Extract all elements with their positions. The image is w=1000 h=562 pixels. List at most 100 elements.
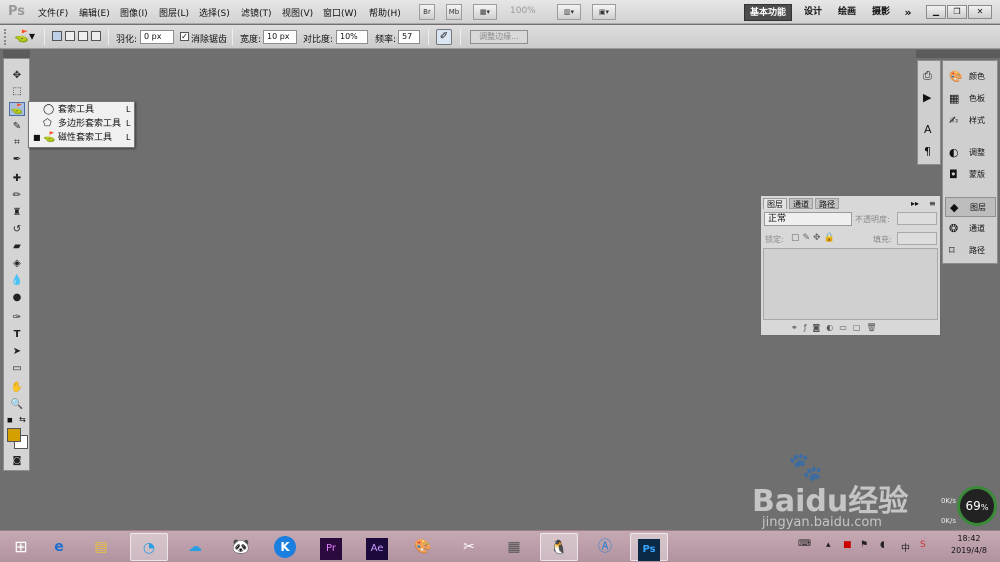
magnetic-lasso-tool-icon[interactable]: ⛳	[9, 102, 25, 116]
eyedropper-tool-icon[interactable]: ✒	[9, 153, 25, 167]
workspace-painting[interactable]: 绘画	[834, 4, 860, 21]
mini-bridge-button[interactable]: Mb	[446, 4, 462, 20]
workspace-design[interactable]: 设计	[800, 4, 826, 21]
character-icon[interactable]: A	[924, 123, 932, 136]
menu-view[interactable]: 视图(V)	[282, 6, 313, 19]
workspace-more-button[interactable]: »	[900, 4, 916, 21]
menu-help[interactable]: 帮助(H)	[369, 6, 401, 19]
new-selection-icon[interactable]	[52, 31, 62, 41]
paint-icon[interactable]: 🎨	[404, 533, 442, 561]
polygonal-lasso-tool-item[interactable]: ⬠ 多边形套索工具 L	[29, 117, 134, 131]
frequency-input[interactable]: 57	[398, 30, 420, 44]
baidu-netdisk-icon[interactable]: ☁	[176, 533, 214, 561]
calculator-icon[interactable]: ▦	[495, 533, 533, 561]
sogou-icon[interactable]: S	[920, 540, 926, 550]
collapse-panel-icon[interactable]: ▸▸	[911, 199, 919, 208]
feather-input[interactable]: 0 px	[140, 30, 174, 44]
crop-tool-icon[interactable]: ⌗	[9, 136, 25, 150]
fill-input[interactable]	[897, 232, 937, 245]
panda-icon[interactable]: 🐼	[222, 533, 260, 561]
magnetic-lasso-tool-item[interactable]: ■ ⛳ 磁性套索工具 L	[29, 131, 134, 145]
history-brush-icon[interactable]: ↺	[9, 223, 25, 237]
marquee-tool-icon[interactable]: ⬚	[9, 85, 25, 99]
refine-edge-button[interactable]: 调整边缘...	[470, 30, 528, 44]
workspace-photography[interactable]: 摄影	[868, 4, 894, 21]
menu-layer[interactable]: 图层(L)	[159, 6, 189, 19]
menu-file[interactable]: 文件(F)	[38, 6, 68, 19]
menu-filter[interactable]: 滤镜(T)	[241, 6, 272, 19]
zoom-tool-icon[interactable]: 🔍	[9, 398, 25, 412]
actions-icon[interactable]: ▶	[923, 91, 931, 104]
flag-icon[interactable]: ⚑	[860, 540, 868, 550]
rectangle-tool-icon[interactable]: ▭	[9, 362, 25, 376]
menu-window[interactable]: 窗口(W)	[323, 6, 357, 19]
keyboard-icon[interactable]: ⌨	[798, 539, 811, 549]
menu-image[interactable]: 图像(I)	[120, 6, 148, 19]
panel-paths[interactable]: ⌑ 路径	[945, 241, 996, 261]
paragraph-icon[interactable]: ¶	[924, 145, 931, 158]
paint-bucket-icon[interactable]: ◈	[9, 257, 25, 271]
tray-app-icon[interactable]: ■	[843, 540, 852, 550]
foreground-color-swatch[interactable]	[7, 428, 21, 442]
panel-adjustments[interactable]: ◐ 调整	[945, 143, 996, 163]
brush-tool-icon[interactable]: ✏	[9, 189, 25, 203]
minimize-icon[interactable]: ▁	[926, 5, 946, 19]
layers-list[interactable]	[763, 248, 938, 320]
healing-brush-icon[interactable]: ✚	[9, 172, 25, 186]
tab-channels[interactable]: 通道	[789, 198, 813, 209]
dodge-tool-icon[interactable]: ●	[9, 291, 25, 305]
default-colors-icon[interactable]: ◼	[7, 416, 13, 424]
eraser-tool-icon[interactable]: ▰	[9, 240, 25, 254]
panel-color[interactable]: 🎨 颜色	[945, 67, 996, 87]
contrast-input[interactable]: 10%	[336, 30, 368, 44]
ime-indicator[interactable]: 中	[901, 541, 910, 554]
hand-tool-icon[interactable]: ✋	[9, 381, 25, 395]
zoom-level[interactable]: 100%	[510, 6, 536, 16]
subtract-selection-icon[interactable]	[78, 31, 88, 41]
layer-actions-bar[interactable]: ⚭ƒ◙◐▭▢🗑	[791, 323, 883, 332]
qq-icon[interactable]: 🐧	[540, 533, 578, 561]
swap-colors-icon[interactable]: ⇆	[19, 415, 26, 424]
opacity-input[interactable]	[897, 212, 937, 225]
panel-menu-icon[interactable]: ≡	[929, 199, 936, 208]
after-effects-icon[interactable]: Ae	[358, 533, 396, 561]
panel-masks[interactable]: ◘ 蒙版	[945, 165, 996, 185]
menu-edit[interactable]: 编辑(E)	[79, 6, 110, 19]
arc-icon[interactable]: Ⓐ	[586, 533, 624, 561]
intersect-selection-icon[interactable]	[91, 31, 101, 41]
tool-preset-picker[interactable]: ⛳▾	[14, 29, 35, 43]
quick-selection-tool-icon[interactable]: ✎	[9, 120, 25, 134]
quick-mask-icon[interactable]: ◙	[9, 454, 25, 468]
close-icon[interactable]: ✕	[968, 5, 992, 19]
blur-tool-icon[interactable]: 💧	[9, 274, 25, 288]
volume-icon[interactable]: ◖	[880, 540, 885, 550]
clone-stamp-icon[interactable]: ♜	[9, 206, 25, 220]
memory-gauge[interactable]: 69%	[957, 486, 997, 526]
restore-icon[interactable]: ❐	[947, 5, 967, 19]
type-tool-icon[interactable]: T	[9, 328, 25, 342]
lasso-tool-item[interactable]: ◯ 套索工具 L	[29, 103, 134, 117]
tab-layers[interactable]: 图层	[763, 198, 787, 209]
photoshop-icon[interactable]: Ps	[630, 533, 668, 561]
premiere-icon[interactable]: Pr	[312, 533, 350, 561]
clock[interactable]: 18:42 2019/4/8	[944, 533, 994, 557]
view-extras-button[interactable]: ▦▾	[473, 4, 497, 20]
move-tool-icon[interactable]: ✥	[9, 69, 25, 83]
tablet-pressure-icon[interactable]: ✐	[436, 29, 452, 45]
path-selection-icon[interactable]: ➤	[9, 345, 25, 359]
tray-expand-icon[interactable]: ▴	[826, 540, 831, 550]
panel-swatches[interactable]: ▦ 色板	[945, 89, 996, 109]
tab-paths[interactable]: 路径	[815, 198, 839, 209]
kugou-icon[interactable]: K	[266, 533, 304, 561]
panel-channels[interactable]: ❂ 通道	[945, 219, 996, 239]
blend-mode-select[interactable]: 正常	[764, 212, 852, 226]
width-input[interactable]: 10 px	[263, 30, 297, 44]
arrange-documents-button[interactable]: ▥▾	[557, 4, 581, 20]
toolbox-header[interactable]	[3, 50, 30, 58]
bridge-button[interactable]: Br	[419, 4, 435, 20]
lock-icons[interactable]: ▢✎✥🔒	[791, 233, 838, 243]
explorer-icon[interactable]: ▤	[82, 533, 120, 561]
browser-icon[interactable]: ◔	[130, 533, 168, 561]
add-selection-icon[interactable]	[65, 31, 75, 41]
screen-mode-button[interactable]: ▣▾	[592, 4, 616, 20]
